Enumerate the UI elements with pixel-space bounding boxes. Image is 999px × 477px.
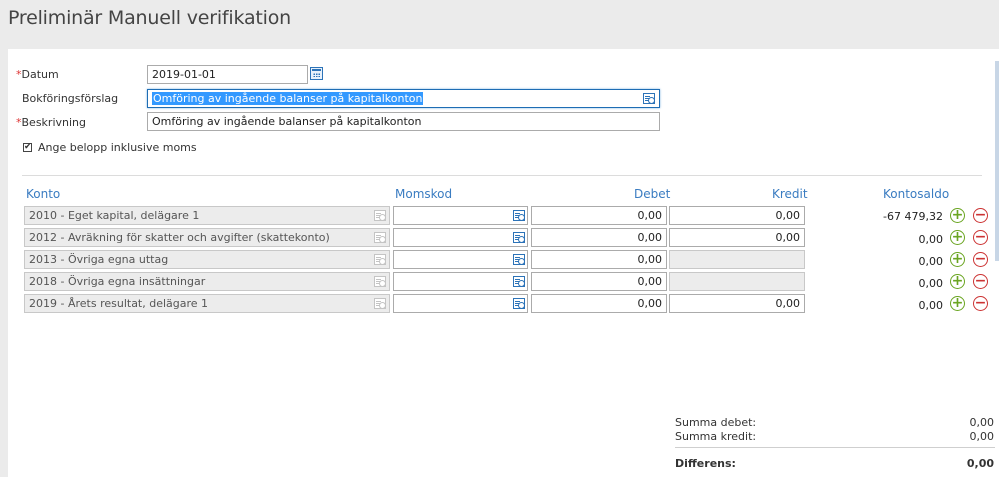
summa-debet-label: Summa debet: xyxy=(675,416,757,429)
konto-field[interactable]: 2019 - Årets resultat, delägare 1 xyxy=(24,294,390,313)
divider xyxy=(22,175,982,176)
add-row-button[interactable]: + xyxy=(950,252,965,267)
datum-input[interactable]: 2019-01-01 xyxy=(147,65,308,84)
momskod-field[interactable] xyxy=(393,250,528,269)
remove-row-button[interactable]: − xyxy=(973,274,988,289)
datum-label: *Datum xyxy=(16,68,59,81)
beskrivning-input[interactable]: Omföring av ingående balanser på kapital… xyxy=(147,112,660,131)
summa-debet-value: 0,00 xyxy=(969,416,995,429)
remove-row-button[interactable]: − xyxy=(973,208,988,223)
differens-value: 0,00 xyxy=(966,457,994,470)
konto-lookup-icon xyxy=(374,210,386,221)
kredit-field[interactable]: 0,00 xyxy=(669,294,805,313)
konto-lookup-icon xyxy=(374,232,386,243)
add-row-button[interactable]: + xyxy=(950,296,965,311)
add-row-button[interactable]: + xyxy=(950,230,965,245)
header-kontosaldo: Kontosaldo xyxy=(883,187,950,201)
debet-field[interactable]: 0,00 xyxy=(531,206,667,225)
kontosaldo-value: -67 479,32 xyxy=(883,210,943,223)
add-row-button[interactable]: + xyxy=(950,274,965,289)
konto-field[interactable]: 2012 - Avräkning för skatter och avgifte… xyxy=(24,228,390,247)
page-title: Preliminär Manuell verifikation xyxy=(8,7,291,29)
lookup-list-icon[interactable] xyxy=(643,93,655,104)
summary-divider xyxy=(675,447,995,448)
kontosaldo-value: 0,00 xyxy=(918,255,944,268)
debet-field[interactable]: 0,00 xyxy=(531,250,667,269)
debet-field[interactable]: 0,00 xyxy=(531,272,667,291)
debet-field[interactable]: 0,00 xyxy=(531,228,667,247)
bokforingsforslag-input[interactable]: Omföring av ingående balanser på kapital… xyxy=(147,89,660,108)
kredit-field xyxy=(669,272,805,291)
summa-kredit-label: Summa kredit: xyxy=(675,430,757,443)
header-debet: Debet xyxy=(634,187,671,201)
kredit-field[interactable]: 0,00 xyxy=(669,206,805,225)
kontosaldo-value: 0,00 xyxy=(918,299,944,312)
moms-checkbox-label: Ange belopp inklusive moms xyxy=(38,141,197,154)
remove-row-button[interactable]: − xyxy=(973,252,988,267)
momskod-field[interactable] xyxy=(393,272,528,291)
konto-field[interactable]: 2013 - Övriga egna uttag xyxy=(24,250,390,269)
momskod-field[interactable] xyxy=(393,228,528,247)
remove-row-button[interactable]: − xyxy=(973,230,988,245)
konto-field[interactable]: 2010 - Eget kapital, delägare 1 xyxy=(24,206,390,225)
scrollbar[interactable] xyxy=(995,61,999,261)
verification-panel: *Datum 2019-01-01 Bokföringsförslag Omfö… xyxy=(8,49,999,477)
kredit-field xyxy=(669,250,805,269)
header-konto: Konto xyxy=(26,187,61,201)
calendar-icon[interactable] xyxy=(310,67,323,80)
debet-field[interactable]: 0,00 xyxy=(531,294,667,313)
momskod-lookup-icon[interactable] xyxy=(513,276,525,287)
kontosaldo-value: 0,00 xyxy=(918,277,944,290)
differens-label: Differens: xyxy=(675,457,736,470)
selected-text: Omföring av ingående balanser på kapital… xyxy=(152,92,424,105)
momskod-lookup-icon[interactable] xyxy=(513,298,525,309)
checkbox-icon[interactable]: ✔ xyxy=(23,143,32,152)
momskod-lookup-icon[interactable] xyxy=(513,210,525,221)
momskod-field[interactable] xyxy=(393,294,528,313)
momskod-lookup-icon[interactable] xyxy=(513,254,525,265)
bokforingsforslag-label: Bokföringsförslag xyxy=(22,92,119,105)
konto-lookup-icon xyxy=(374,276,386,287)
momskod-lookup-icon[interactable] xyxy=(513,232,525,243)
kredit-field[interactable]: 0,00 xyxy=(669,228,805,247)
header-momskod: Momskod xyxy=(395,187,453,201)
add-row-button[interactable]: + xyxy=(950,208,965,223)
beskrivning-label: *Beskrivning xyxy=(16,116,86,129)
kontosaldo-value: 0,00 xyxy=(918,233,944,246)
konto-lookup-icon xyxy=(374,254,386,265)
konto-lookup-icon xyxy=(374,298,386,309)
momskod-field[interactable] xyxy=(393,206,528,225)
konto-field[interactable]: 2018 - Övriga egna insättningar xyxy=(24,272,390,291)
summa-kredit-value: 0,00 xyxy=(969,430,995,443)
remove-row-button[interactable]: − xyxy=(973,296,988,311)
header-kredit: Kredit xyxy=(772,187,808,201)
